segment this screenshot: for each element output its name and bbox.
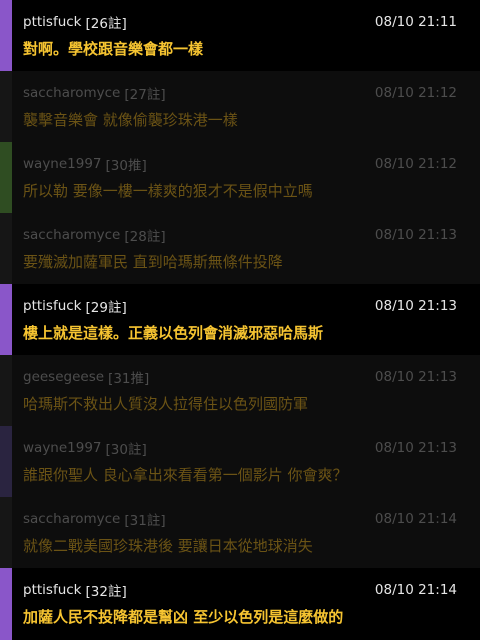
comment-text: 誰跟你聖人 良心拿出來看看第一個影片 你會爽？ [23, 466, 348, 484]
comment-meta: geesegeese [31推] 08/10 21:13 [23, 368, 457, 387]
comment-floor: [28註] [124, 229, 166, 245]
comment-author[interactable]: saccharomyce [23, 227, 120, 243]
comment-text: 就像二戰美國珍珠港後 要讓日本從地球消失 [23, 537, 313, 555]
comment-author[interactable]: saccharomyce [23, 85, 120, 101]
comment-text: 襲擊音樂會 就像偷襲珍珠港一樣 [23, 111, 238, 129]
comment-time: 08/10 21:13 [374, 440, 457, 456]
comment-item[interactable]: saccharomyce [31註] 08/10 21:14 就像二戰美國珍珠港… [0, 497, 480, 568]
comment-accent-bar [0, 71, 12, 142]
comment-list: pttisfuck [26註] 08/10 21:11 對啊。學校跟音樂會都一樣… [0, 0, 480, 640]
comment-time: 08/10 21:11 [374, 14, 457, 30]
comment-text: 對啊。學校跟音樂會都一樣 [23, 40, 204, 58]
comment-accent-bar [0, 355, 12, 426]
comment-item[interactable]: pttisfuck [29註] 08/10 21:13 樓上就是這樣。正義以色列… [0, 284, 480, 355]
comment-floor: [29註] [85, 300, 127, 316]
comment-text: 哈瑪斯不救出人質沒人拉得住以色列國防軍 [23, 395, 309, 413]
comment-author[interactable]: wayne1997 [23, 156, 102, 172]
comment-time: 08/10 21:12 [374, 156, 457, 172]
comment-text: 樓上就是這樣。正義以色列會消滅邪惡哈馬斯 [23, 324, 324, 342]
comment-text: 要殲滅加薩軍民 直到哈瑪斯無條件投降 [23, 253, 283, 271]
comment-author[interactable]: pttisfuck [23, 298, 82, 314]
comment-floor: [32註] [85, 584, 127, 600]
comment-floor: [30推] [105, 158, 147, 174]
comment-text: 所以勒 要像一樓一樣爽的狠才不是假中立嗎 [23, 182, 313, 200]
comment-time: 08/10 21:12 [374, 85, 457, 101]
comment-accent-bar [0, 497, 12, 568]
comment-time: 08/10 21:14 [374, 511, 457, 527]
comment-author[interactable]: geesegeese [23, 369, 104, 385]
comment-accent-bar [0, 426, 12, 497]
comment-meta: pttisfuck [26註] 08/10 21:11 [23, 13, 457, 32]
comment-floor: [27註] [124, 87, 166, 103]
comment-meta: wayne1997 [30註] 08/10 21:13 [23, 439, 457, 458]
comment-author[interactable]: saccharomyce [23, 511, 120, 527]
comment-item[interactable]: wayne1997 [30推] 08/10 21:12 所以勒 要像一樓一樣爽的… [0, 142, 480, 213]
comment-meta: pttisfuck [29註] 08/10 21:13 [23, 297, 457, 316]
comment-author[interactable]: pttisfuck [23, 582, 82, 598]
comment-time: 08/10 21:13 [374, 227, 457, 243]
comment-meta: saccharomyce [27註] 08/10 21:12 [23, 84, 457, 103]
comment-item[interactable]: pttisfuck [32註] 08/10 21:14 加薩人民不投降都是幫凶 … [0, 568, 480, 640]
comment-time: 08/10 21:13 [374, 369, 457, 385]
comment-floor: [26註] [85, 16, 127, 32]
comment-floor: [31推] [108, 371, 150, 387]
comment-accent-bar [0, 284, 12, 355]
comment-accent-bar [0, 0, 12, 71]
comment-time: 08/10 21:13 [374, 298, 457, 314]
comment-author[interactable]: wayne1997 [23, 440, 102, 456]
comment-text: 加薩人民不投降都是幫凶 至少以色列是這麼做的 [23, 608, 344, 626]
comment-item[interactable]: geesegeese [31推] 08/10 21:13 哈瑪斯不救出人質沒人拉… [0, 355, 480, 426]
comment-meta: pttisfuck [32註] 08/10 21:14 [23, 581, 457, 600]
comment-author[interactable]: pttisfuck [23, 14, 82, 30]
comment-time: 08/10 21:14 [374, 582, 457, 598]
comment-meta: saccharomyce [31註] 08/10 21:14 [23, 510, 457, 529]
comment-floor: [30註] [105, 442, 147, 458]
comment-item[interactable]: saccharomyce [28註] 08/10 21:13 要殲滅加薩軍民 直… [0, 213, 480, 284]
comment-item[interactable]: wayne1997 [30註] 08/10 21:13 誰跟你聖人 良心拿出來看… [0, 426, 480, 497]
comment-meta: saccharomyce [28註] 08/10 21:13 [23, 226, 457, 245]
comment-accent-bar [0, 142, 12, 213]
comment-item[interactable]: saccharomyce [27註] 08/10 21:12 襲擊音樂會 就像偷… [0, 71, 480, 142]
comment-item[interactable]: pttisfuck [26註] 08/10 21:11 對啊。學校跟音樂會都一樣 [0, 0, 480, 71]
comment-accent-bar [0, 213, 12, 284]
comment-meta: wayne1997 [30推] 08/10 21:12 [23, 155, 457, 174]
comment-floor: [31註] [124, 513, 166, 529]
comment-accent-bar [0, 568, 12, 640]
